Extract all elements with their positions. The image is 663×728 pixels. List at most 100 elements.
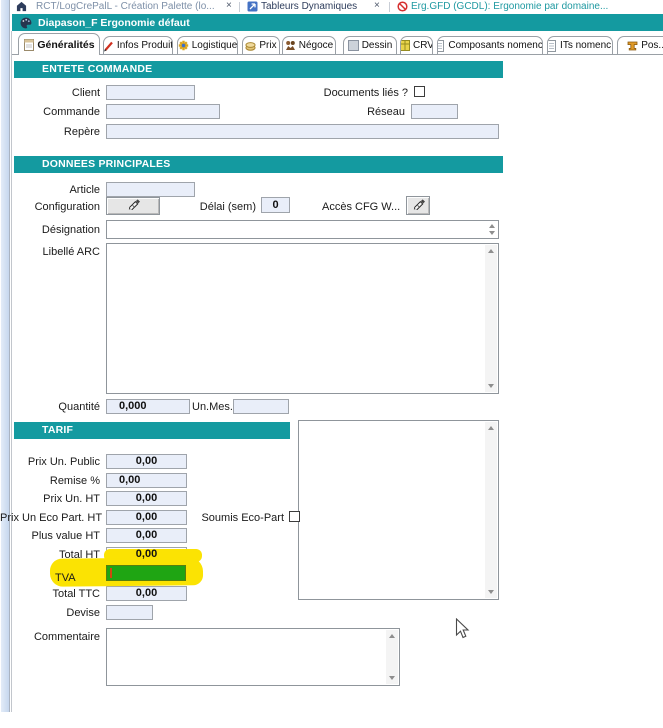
tab-label: Négoce: [299, 40, 333, 51]
article-input[interactable]: [106, 182, 195, 197]
un-mes-label: Un.Mes.: [192, 401, 232, 413]
scroll-up-icon[interactable]: [489, 224, 495, 228]
tab-composants-nomenc[interactable]: Composants nomenc.: [437, 36, 543, 54]
tab-prix[interactable]: Prix: [242, 36, 280, 54]
section-header-tarif: TARIF: [14, 422, 290, 439]
quantite-input[interactable]: 0,000: [106, 399, 190, 414]
libelle-arc-textarea[interactable]: [106, 243, 499, 394]
tab-label: CRV: [413, 40, 433, 51]
scrollbar-track[interactable]: [386, 630, 398, 684]
browser-tab-title[interactable]: Tableurs Dynamiques: [261, 1, 371, 12]
tab-its-nomenc[interactable]: ITs nomenc.: [547, 36, 613, 54]
tab-label: Généralités: [37, 39, 94, 51]
prix-un-ht-label: Prix Un. HT: [0, 493, 100, 505]
plus-value-ht-input[interactable]: 0,00: [106, 528, 187, 543]
commande-input[interactable]: [106, 104, 220, 119]
prix-eco-part-input[interactable]: 0,00: [106, 510, 187, 525]
repere-input[interactable]: [106, 124, 499, 139]
delai-label: Délai (sem): [160, 201, 256, 213]
documents-lies-label: Documents liés ?: [308, 87, 408, 99]
tab-separator: [239, 2, 240, 12]
tarif-notes-textarea[interactable]: [298, 420, 499, 600]
scroll-up-icon[interactable]: [389, 634, 395, 638]
libelle-arc-label: Libellé ARC: [0, 246, 100, 258]
commentaire-label: Commentaire: [0, 631, 100, 643]
brush-icon: [103, 40, 114, 52]
section-header-donnees: DONNEES PRINCIPALES: [14, 156, 503, 173]
prix-un-public-input[interactable]: 0,00: [106, 454, 187, 469]
tab-crv[interactable]: CRV: [400, 36, 433, 54]
tabstrip-baseline: [12, 54, 663, 55]
documents-lies-checkbox[interactable]: [414, 86, 425, 97]
tab-negoce[interactable]: Négoce: [282, 36, 336, 54]
soumis-ecopart-checkbox[interactable]: [289, 511, 300, 522]
total-ttc-label: Total TTC: [0, 588, 100, 600]
remise-label: Remise %: [0, 475, 100, 487]
designation-textarea[interactable]: [106, 220, 499, 239]
quantite-label: Quantité: [0, 401, 100, 413]
browser-tab-title[interactable]: Erg.GFD (GCDL): Ergonomie par domaine...: [411, 1, 663, 12]
blocked-icon: [397, 1, 408, 12]
soumis-ecopart-label: Soumis Eco-Part: [190, 512, 284, 524]
client-label: Client: [0, 87, 100, 99]
square-icon: [348, 40, 359, 52]
close-tab-icon[interactable]: ×: [374, 0, 380, 11]
window-title-bar: Diapason_F Ergonomie défaut: [12, 14, 663, 31]
configuration-button[interactable]: [106, 197, 160, 215]
scrollbar-track[interactable]: [485, 245, 497, 392]
tab-pos[interactable]: Pos...: [617, 36, 663, 54]
close-tab-icon[interactable]: ×: [226, 0, 232, 11]
browser-tab-bar: RCT/LogCrePalL - Création Palette (lo...…: [12, 0, 663, 14]
tab-label: Pos...: [641, 40, 663, 51]
tva-input[interactable]: [106, 565, 186, 581]
commande-label: Commande: [0, 106, 100, 118]
scroll-down-icon[interactable]: [488, 590, 494, 594]
write-icon: [412, 197, 425, 215]
write-icon: [127, 197, 140, 215]
tab-label: Logistique: [192, 40, 238, 51]
acces-cfg-label: Accès CFG W...: [322, 201, 402, 213]
total-ht-value: 0,00: [136, 548, 157, 560]
scroll-down-icon[interactable]: [389, 676, 395, 680]
grid-icon: [400, 40, 410, 52]
prix-un-public-label: Prix Un. Public: [0, 456, 100, 468]
delai-input[interactable]: 0: [261, 197, 290, 213]
remise-input[interactable]: 0,00: [106, 473, 187, 488]
plus-value-ht-label: Plus value HT: [0, 530, 100, 542]
total-ttc-input[interactable]: 0,00: [106, 586, 187, 601]
devise-label: Devise: [0, 607, 100, 619]
tab-label: Infos Produit: [117, 40, 173, 51]
tab-dessin[interactable]: Dessin: [343, 36, 397, 54]
tab-logistique[interactable]: Logistique: [177, 36, 238, 54]
tva-label: TVA: [55, 572, 76, 584]
doc-icon: [547, 40, 557, 52]
anvil-icon: [627, 40, 638, 52]
palette-icon: [20, 16, 32, 34]
handshake-icon: [285, 40, 296, 52]
reseau-label: Réseau: [345, 106, 405, 118]
scroll-down-icon[interactable]: [489, 231, 495, 235]
scroll-down-icon[interactable]: [488, 384, 494, 388]
prix-eco-part-label: Prix Un Eco Part. HT: [0, 512, 100, 524]
note-icon: [23, 39, 34, 51]
tableur-icon: [247, 1, 258, 12]
scrollbar-track[interactable]: [485, 422, 497, 598]
tab-label: Prix: [259, 40, 276, 51]
tab-label: Composants nomenc.: [448, 40, 543, 51]
mouse-cursor: [455, 618, 470, 645]
home-icon[interactable]: [16, 1, 27, 12]
browser-tab-title[interactable]: RCT/LogCrePalL - Création Palette (lo...: [36, 1, 222, 12]
client-input[interactable]: [106, 85, 195, 100]
acces-cfg-button[interactable]: [406, 196, 430, 215]
scroll-up-icon[interactable]: [488, 249, 494, 253]
tab-label: Dessin: [362, 40, 393, 51]
devise-input[interactable]: [106, 605, 153, 620]
scroll-up-icon[interactable]: [488, 426, 494, 430]
commentaire-textarea[interactable]: [106, 628, 400, 686]
prix-un-ht-input[interactable]: 0,00: [106, 491, 187, 506]
reseau-input[interactable]: [411, 104, 458, 119]
un-mes-input[interactable]: [233, 399, 289, 414]
configuration-label: Configuration: [0, 201, 100, 213]
tab-generalites[interactable]: Généralités: [18, 33, 100, 55]
tab-infos-produit[interactable]: Infos Produit: [103, 36, 173, 54]
